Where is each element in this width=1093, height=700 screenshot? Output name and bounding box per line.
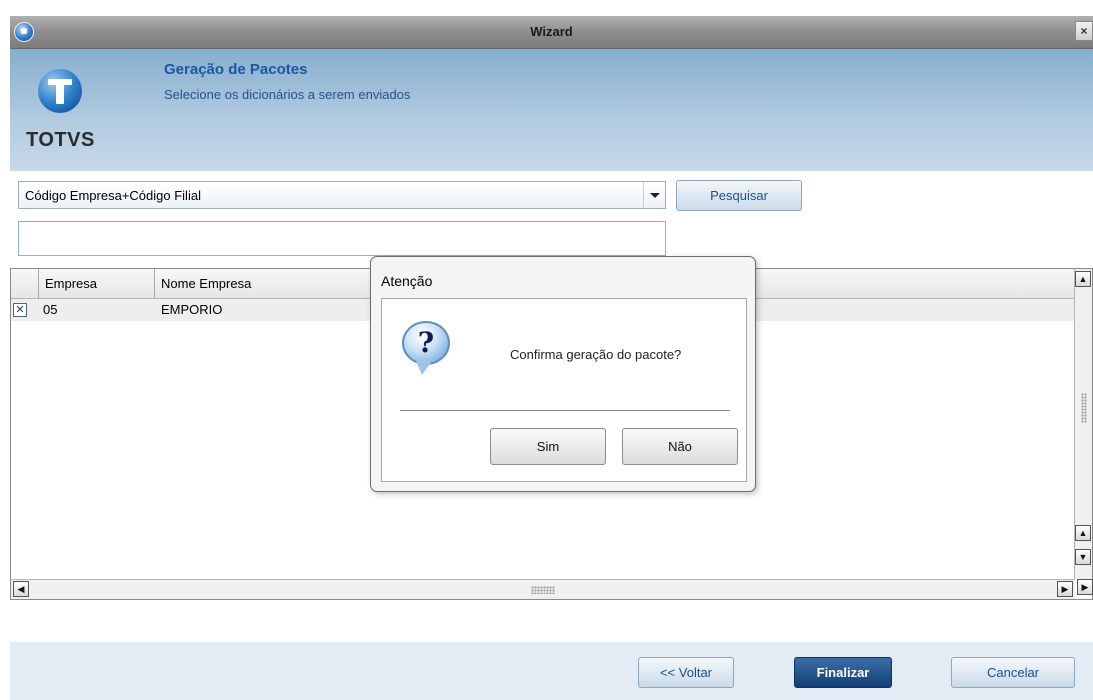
scroll-grip-icon[interactable]	[531, 586, 555, 594]
title-bar[interactable]: Wizard ×	[10, 16, 1093, 49]
search-input[interactable]	[18, 221, 666, 256]
search-button[interactable]: Pesquisar	[676, 180, 802, 211]
dialog-message: Confirma geração do pacote?	[510, 347, 682, 362]
column-header-empresa[interactable]: Empresa	[39, 269, 155, 299]
window-title: Wizard	[530, 24, 573, 39]
wizard-window: Wizard × TOTVS Geração de Pacotes Seleci…	[10, 16, 1093, 700]
page-subtitle: Selecione os dicionários a serem enviado…	[164, 87, 411, 102]
scroll-right-icon[interactable]: ▶	[1077, 579, 1093, 595]
confirm-dialog: Atenção ? Confirma geração do pacote? Si…	[370, 256, 756, 492]
wizard-footer: << Voltar Finalizar Cancelar	[10, 642, 1093, 700]
chevron-down-icon[interactable]	[643, 182, 665, 208]
yes-button[interactable]: Sim	[490, 428, 606, 465]
row-checkbox[interactable]: ✕	[13, 303, 27, 317]
cell-empresa: 05	[43, 302, 58, 317]
finish-button[interactable]: Finalizar	[794, 657, 892, 688]
search-order-select[interactable]: Código Empresa+Código Filial	[18, 181, 666, 209]
scroll-up-icon[interactable]: ▲	[1075, 271, 1091, 287]
question-icon: ?	[402, 321, 450, 375]
page-title: Geração de Pacotes	[164, 61, 308, 78]
dialog-divider	[400, 410, 730, 411]
scroll-down-icon[interactable]: ▼	[1075, 549, 1091, 565]
dialog-body: ? Confirma geração do pacote? Sim Não	[381, 298, 747, 482]
scroll-grip-icon[interactable]	[1081, 393, 1087, 423]
cell-nome-empresa: EMPORIO	[161, 302, 223, 317]
horizontal-scrollbar[interactable]: ◀ ▶	[11, 579, 1075, 599]
scroll-left-icon[interactable]: ◀	[13, 581, 29, 597]
back-button[interactable]: << Voltar	[638, 657, 734, 688]
question-mark: ?	[417, 326, 435, 359]
dialog-title: Atenção	[381, 273, 433, 289]
close-icon[interactable]: ×	[1075, 21, 1093, 41]
cancel-button[interactable]: Cancelar	[951, 657, 1075, 688]
logo-text: TOTVS	[26, 129, 95, 151]
no-button[interactable]: Não	[622, 428, 738, 465]
totvs-logo-icon	[38, 69, 82, 113]
search-order-value: Código Empresa+Código Filial	[25, 188, 201, 203]
vertical-scrollbar[interactable]: ▲ ▲ ▼	[1074, 269, 1092, 579]
select-column-header	[11, 269, 39, 299]
wizard-header: TOTVS Geração de Pacotes Selecione os di…	[10, 49, 1093, 171]
scroll-right-icon[interactable]: ▶	[1057, 581, 1073, 597]
scroll-up-icon[interactable]: ▲	[1075, 525, 1091, 541]
